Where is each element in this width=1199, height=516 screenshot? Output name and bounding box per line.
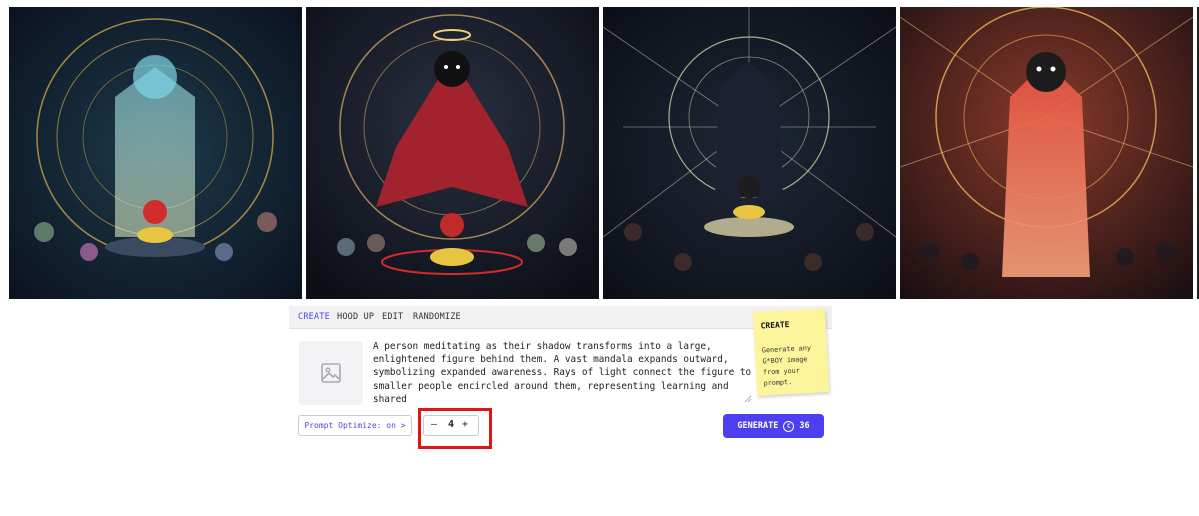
generated-image-3[interactable] <box>603 7 896 299</box>
tab-randomize[interactable]: RANDOMIZE <box>413 312 461 322</box>
tab-edit[interactable]: EDIT <box>382 312 403 322</box>
tab-create[interactable]: CREATE <box>298 312 330 322</box>
credits-count: 36 <box>799 421 810 431</box>
tab-hood-up[interactable]: HOOD UP <box>337 312 374 322</box>
coin-icon: C <box>783 420 795 432</box>
prompt-textarea[interactable]: A person meditating as their shadow tran… <box>373 340 755 406</box>
image-upload-button[interactable] <box>299 341 363 405</box>
image-gallery <box>0 0 1199 300</box>
tab-bar: CREATE HOOD UP EDIT RANDOMIZE <box>289 306 832 329</box>
note-title: CREATE <box>760 320 790 331</box>
create-panel: CREATE HOOD UP EDIT RANDOMIZE A person m… <box>289 306 832 442</box>
generated-image-1[interactable] <box>9 7 302 299</box>
generated-image-2[interactable] <box>306 7 599 299</box>
prompt-optimize-button[interactable]: Prompt Optimize: on > <box>298 415 412 436</box>
resize-handle-icon[interactable] <box>744 395 752 403</box>
generate-button[interactable]: GENERATE C 36 <box>723 414 824 438</box>
generated-image-4[interactable] <box>900 7 1193 299</box>
sticky-note: CREATE Generate any G*BOY image from you… <box>752 308 830 396</box>
note-text: Generate any G*BOY image from your promp… <box>761 343 812 388</box>
highlight-box <box>418 408 492 449</box>
prompt-text: A person meditating as their shadow tran… <box>373 341 752 405</box>
generate-label: GENERATE <box>737 421 779 431</box>
image-placeholder-icon <box>321 363 341 383</box>
